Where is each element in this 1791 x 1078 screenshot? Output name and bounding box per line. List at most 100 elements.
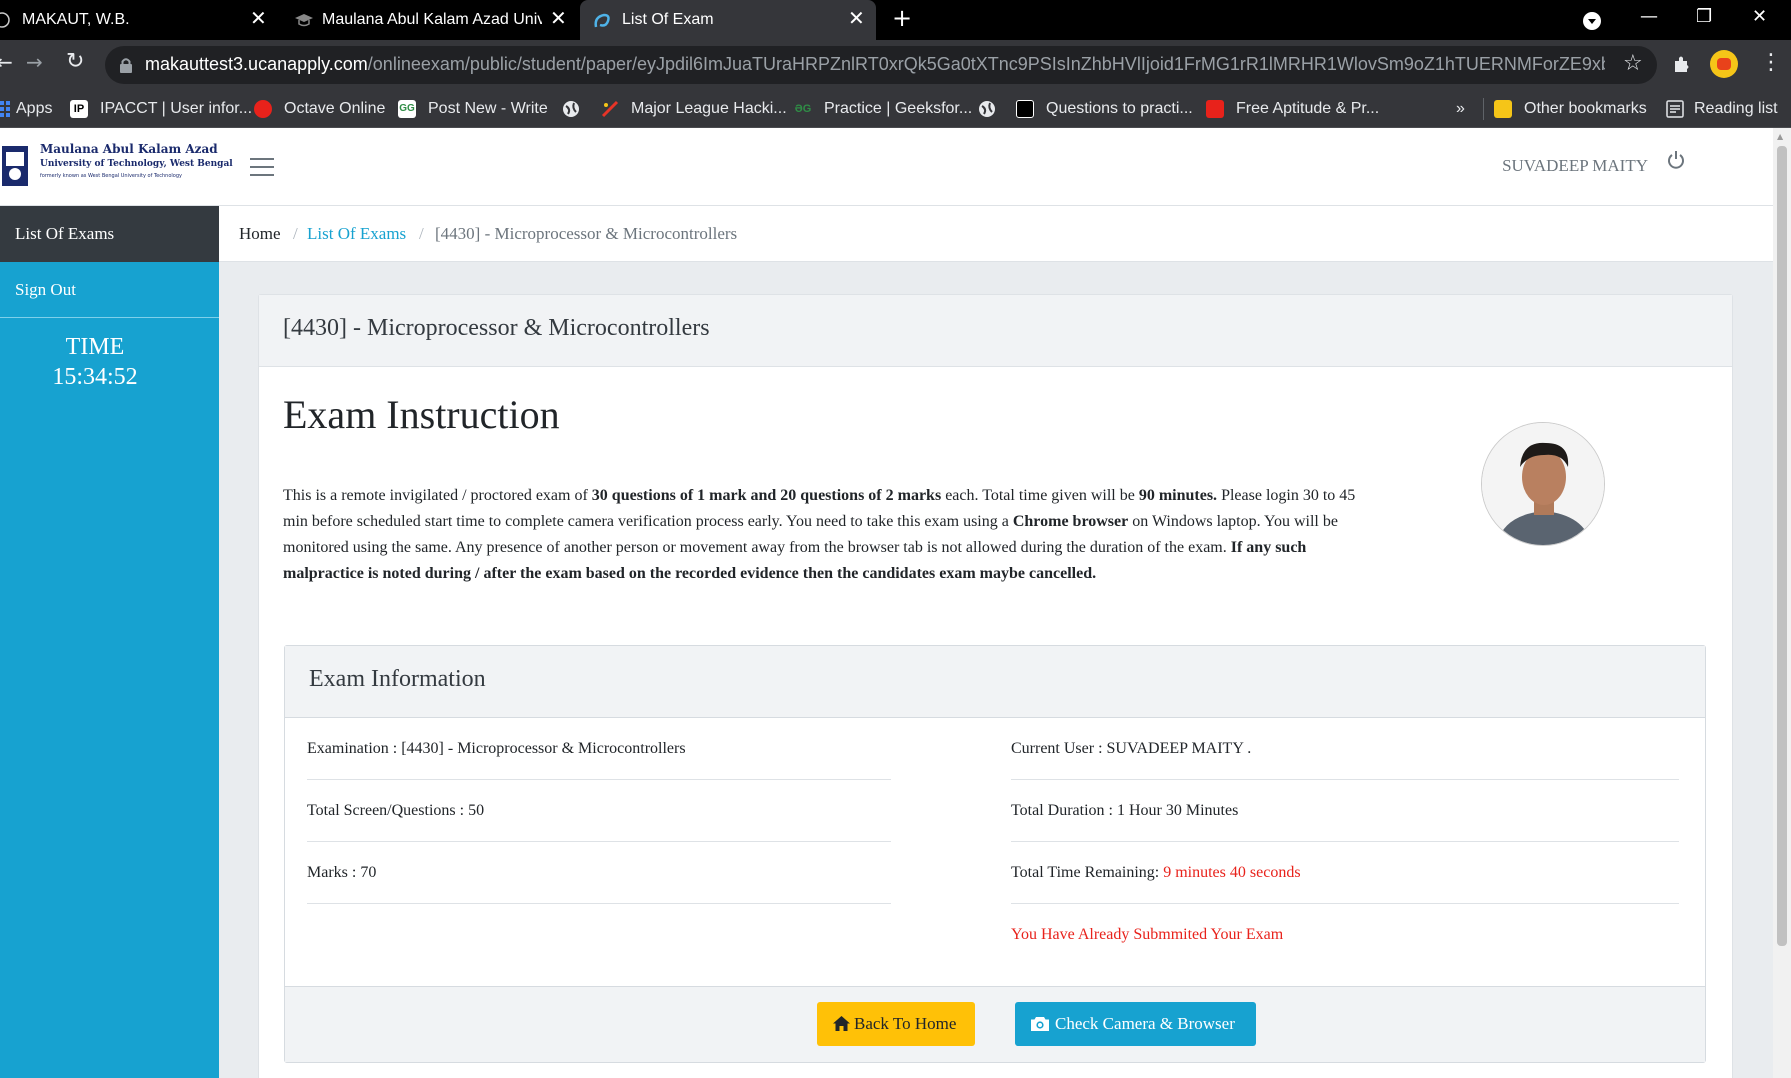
power-icon[interactable] (1667, 150, 1685, 170)
browser-tab-bar: MAKAUT, W.B. ✕ Maulana Abul Kalam Azad U… (0, 0, 1791, 40)
bookmark-octave[interactable]: Octave Online (254, 90, 389, 128)
info-row-current-user: Current User : SUVADEEP MAITY . (1011, 718, 1679, 780)
scrollbar-thumb[interactable] (1777, 146, 1787, 946)
back-icon[interactable]: ← (0, 50, 13, 74)
info-value: Total Time Remaining: 9 minutes 40 secon… (1011, 864, 1301, 882)
exam-info-title: Exam Information (309, 666, 486, 692)
info-row-total-questions: Total Screen/Questions : 50 (307, 780, 891, 842)
exam-info-card: Exam Information Examination : [4430] - … (284, 645, 1706, 1063)
close-icon[interactable]: ✕ (250, 8, 267, 30)
sidebar-item-list-of-exams[interactable]: List Of Exams (0, 206, 219, 262)
exam-info-footer: Back To Home Check Camera & Browser (285, 986, 1705, 1062)
person-photo-icon (1482, 423, 1604, 545)
university-crest-icon (2, 146, 28, 186)
divider (1483, 98, 1484, 120)
indiabix-icon (1206, 100, 1224, 118)
bookmarks-bar: Apps IP IPACCT | User infor... Octave On… (0, 90, 1791, 128)
extensions-puzzle-icon[interactable] (1672, 54, 1692, 74)
exam-title: [4430] - Microprocessor & Microcontrolle… (283, 315, 710, 341)
browser-tab[interactable]: Maulana Abul Kalam Azad Univer ✕ (282, 0, 574, 40)
bookmark-post-new[interactable]: GG Post New - Write (398, 90, 548, 128)
browser-tab-active[interactable]: List Of Exam ✕ (580, 0, 876, 40)
reload-icon[interactable]: ↻ (66, 49, 84, 74)
codechef-icon (1016, 100, 1034, 118)
url-host: makauttest3.ucanapply.com (145, 54, 368, 74)
check-camera-browser-button[interactable]: Check Camera & Browser (1015, 1002, 1256, 1046)
time-remaining-value: 9 minutes 40 seconds (1163, 864, 1301, 881)
restore-icon[interactable]: ❐ (1696, 6, 1712, 27)
instruction-text: This is a remote invigilated / proctored… (283, 483, 1363, 587)
bookmarks-overflow[interactable]: » (1456, 90, 1476, 128)
home-icon (833, 1016, 850, 1031)
close-icon[interactable]: ✕ (848, 8, 865, 30)
bookmark-label: Octave Online (284, 100, 386, 117)
hamburger-menu-icon[interactable] (250, 158, 274, 176)
tab-title: List Of Exam (622, 11, 714, 28)
button-label: Back To Home (854, 1014, 957, 1033)
bookmark-aptitude[interactable]: Free Aptitude & Pr... (1206, 90, 1381, 128)
info-row-submitted: You Have Already Submmited Your Exam (1011, 904, 1679, 966)
instr-bold-part: 30 questions of 1 mark and 20 questions … (591, 487, 942, 504)
folder-icon (1494, 100, 1512, 118)
exam-card: [4430] - Microprocessor & Microcontrolle… (258, 294, 1733, 1078)
sidebar-item-sign-out[interactable]: Sign Out (0, 262, 219, 318)
profile-avatar[interactable] (1710, 50, 1738, 78)
bookmark-globe[interactable] (562, 90, 586, 128)
reading-list[interactable]: Reading list (1666, 90, 1788, 128)
bookmark-star-icon[interactable]: ☆ (1623, 51, 1643, 76)
time-label: TIME (65, 334, 125, 360)
bookmark-other[interactable]: Other bookmarks (1494, 90, 1647, 128)
bookmark-practice[interactable]: ƏG Practice | Geeksfor... (794, 90, 973, 128)
bookmark-mlh[interactable]: Major League Hacki... (601, 90, 787, 128)
button-label: Check Camera & Browser (1055, 1014, 1235, 1033)
overflow-chevron-icon: » (1456, 100, 1465, 117)
instr-bold-part: 90 minutes. (1138, 487, 1218, 504)
ucan-logo-icon (594, 13, 610, 28)
bookmark-ipacct[interactable]: IP IPACCT | User infor... (70, 90, 252, 128)
breadcrumb-home[interactable]: Home (239, 224, 281, 244)
info-row-time-remaining: Total Time Remaining: 9 minutes 40 secon… (1011, 842, 1679, 904)
bookmark-label: Other bookmarks (1524, 100, 1647, 117)
bookmark-label: Questions to practi... (1046, 100, 1193, 117)
instr-text-part: each. Total time given will be (941, 487, 1139, 504)
window-close-icon[interactable]: ✕ (1752, 6, 1767, 27)
info-value: Current User : SUVADEEP MAITY . (1011, 740, 1252, 757)
forward-icon[interactable]: → (26, 50, 43, 74)
instruction-heading: Exam Instruction (283, 392, 560, 437)
bookmark-apps[interactable]: Apps (0, 90, 55, 128)
menu-kebab-icon[interactable]: ⋮ (1760, 50, 1782, 75)
back-to-home-button[interactable]: Back To Home (817, 1002, 975, 1046)
bookmark-questions[interactable]: Questions to practi... (1016, 90, 1196, 128)
scroll-up-icon[interactable]: ▲ (1777, 132, 1783, 141)
candidate-photo (1481, 422, 1605, 546)
tab-title: Maulana Abul Kalam Azad Univer (322, 11, 542, 28)
breadcrumb-separator: / (293, 224, 298, 243)
page-scrollbar[interactable]: ▲ (1773, 128, 1791, 1078)
info-value: Marks : 70 (307, 864, 377, 881)
exam-info-header: Exam Information (285, 646, 1705, 718)
sidebar-item-label: Sign Out (15, 280, 76, 299)
tab-search-icon[interactable] (1582, 11, 1602, 31)
address-bar[interactable]: makauttest3.ucanapply.com/onlineexam/pub… (105, 46, 1657, 84)
bookmark-label: IPACCT | User infor... (100, 100, 253, 117)
camera-icon (1031, 1017, 1049, 1031)
octave-icon (254, 100, 272, 118)
bookmark-label: Post New - Write (428, 100, 548, 117)
university-logo[interactable]: Maulana Abul Kalam Azad University of Te… (0, 140, 233, 196)
lock-icon (120, 58, 132, 73)
bookmark-globe[interactable] (978, 90, 1002, 128)
mlh-icon (601, 100, 619, 118)
web-page: Maulana Abul Kalam Azad University of Te… (0, 128, 1773, 1078)
gfg-icon: ƏG (794, 103, 812, 115)
browser-toolbar: ← → ↻ makauttest3.ucanapply.com/onlineex… (0, 40, 1791, 90)
tab-title: MAKAUT, W.B. (22, 11, 130, 28)
browser-tab[interactable]: MAKAUT, W.B. ✕ (0, 0, 280, 40)
instr-text-part: This is a remote invigilated / proctored… (283, 487, 592, 504)
time-value: 15:34:52 (52, 364, 138, 390)
new-tab-icon[interactable]: + (892, 4, 912, 32)
minimize-icon[interactable]: — (1640, 6, 1658, 27)
sidebar: List Of Exams Sign Out TIME 15:34:52 (0, 206, 219, 1078)
apps-grid-icon (0, 101, 10, 117)
close-icon[interactable]: ✕ (550, 8, 567, 30)
breadcrumb-list-of-exams[interactable]: List Of Exams (307, 224, 406, 244)
